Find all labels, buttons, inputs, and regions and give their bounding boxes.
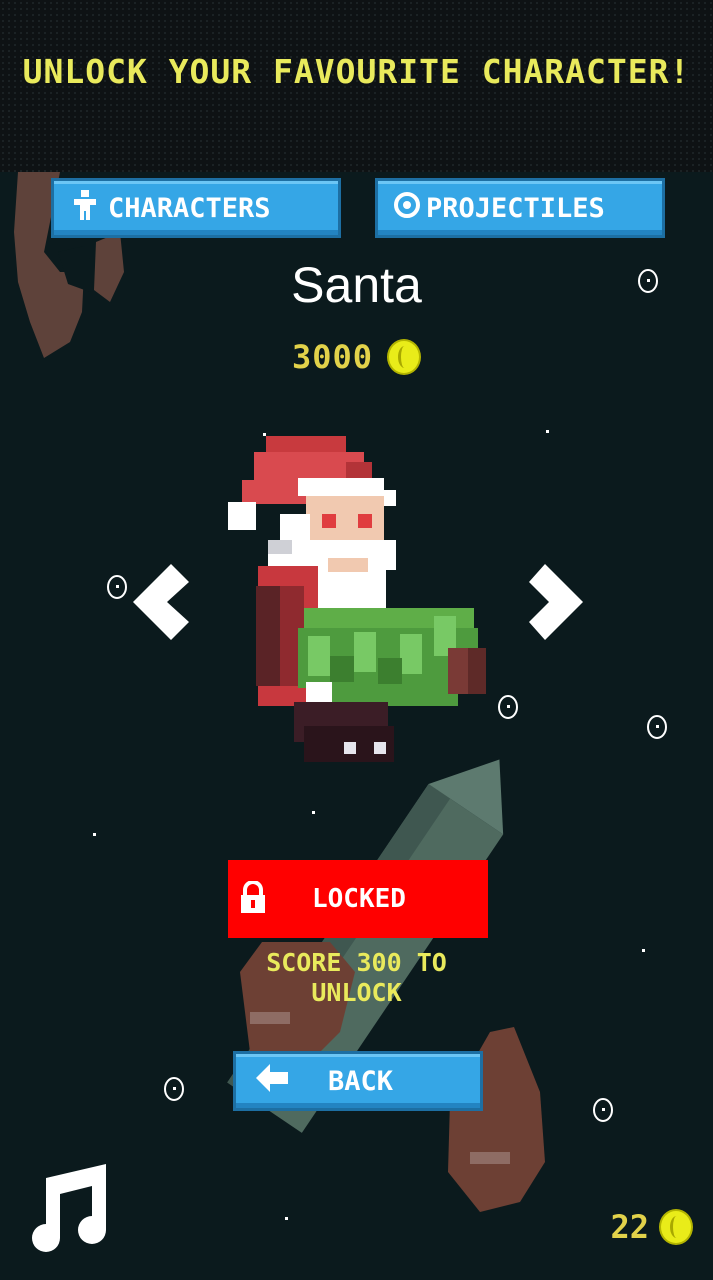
music-note-icon[interactable] [24, 1164, 108, 1252]
coin-counter: 22 [610, 1208, 693, 1246]
projectiles-tab-label: PROJECTILES [426, 192, 605, 224]
santa-character-sprite [228, 436, 486, 762]
unlock-requirement-line2: UNLOCK [311, 978, 402, 1007]
right-arrow-icon[interactable] [529, 564, 583, 640]
coin-count: 22 [610, 1208, 649, 1246]
unlock-requirement-line1: SCORE 300 TO [266, 948, 447, 977]
back-arrow-icon [256, 1063, 288, 1099]
ring-decor [593, 1098, 613, 1122]
coin-icon [387, 339, 422, 375]
characters-tab-button[interactable]: CHARACTERS [51, 178, 341, 238]
star-decor [312, 811, 315, 814]
star-decor [285, 1217, 288, 1220]
star-decor [263, 433, 266, 436]
ring-decor [107, 575, 127, 599]
ring-decor [498, 695, 518, 719]
price-value: 3000 [291, 338, 374, 376]
star-decor [546, 430, 549, 433]
target-icon [392, 190, 422, 227]
locked-status-button[interactable]: LOCKED [228, 860, 488, 938]
left-arrow-icon[interactable] [133, 564, 189, 640]
person-icon [72, 189, 98, 227]
back-label: BACK [328, 1065, 394, 1097]
characters-tab-label: CHARACTERS [108, 192, 271, 224]
top-banner: UNLOCK YOUR FAVOURITE CHARACTER! [0, 0, 713, 172]
ring-decor [647, 715, 667, 739]
character-price: 3000 [0, 338, 713, 376]
ring-decor [164, 1077, 184, 1101]
star-decor [642, 949, 645, 952]
back-button[interactable]: BACK [233, 1051, 483, 1111]
ring-decor [638, 269, 658, 293]
unlock-requirement: SCORE 300 TO UNLOCK [0, 948, 713, 1008]
projectiles-tab-button[interactable]: PROJECTILES [375, 178, 665, 238]
character-name: Santa [291, 257, 422, 313]
lock-icon [240, 880, 266, 917]
locked-label: LOCKED [312, 884, 406, 914]
star-decor [93, 833, 96, 836]
coin-icon [659, 1209, 693, 1245]
banner-title: UNLOCK YOUR FAVOURITE CHARACTER! [22, 52, 691, 91]
